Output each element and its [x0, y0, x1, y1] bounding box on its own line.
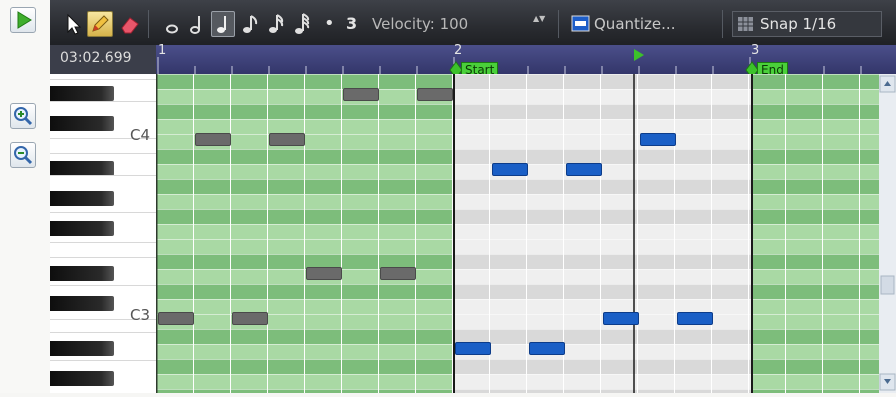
playhead-marker-icon — [634, 49, 644, 61]
timeline-ruler[interactable]: 03:02.699 1 2 3 Start End — [50, 43, 896, 79]
zoom-out-icon — [14, 146, 33, 165]
dotted-note-toggle[interactable]: • — [324, 11, 338, 37]
thirtysecond-note-button[interactable] — [291, 11, 313, 37]
bar-number-2: 2 — [454, 43, 463, 58]
white-key-divider — [50, 79, 156, 80]
sixteenth-note-button[interactable] — [265, 11, 287, 37]
velocity-spinner[interactable]: ▲▼ — [533, 11, 547, 37]
selected-note[interactable] — [677, 312, 713, 325]
zoom-in-button[interactable] — [10, 103, 36, 129]
grid-background — [156, 74, 896, 393]
black-key[interactable] — [50, 86, 114, 101]
piano-roll-grid[interactable] — [156, 74, 896, 393]
tuplet-toggle[interactable]: 3 — [346, 11, 364, 37]
black-key[interactable] — [50, 161, 114, 176]
midi-note[interactable] — [195, 133, 231, 146]
white-key-divider — [50, 360, 156, 361]
half-note-icon — [190, 16, 200, 34]
black-key[interactable] — [50, 371, 114, 386]
midi-note[interactable] — [380, 267, 416, 280]
black-key[interactable] — [50, 191, 114, 206]
snap-dropdown[interactable]: Snap 1/16 — [732, 11, 882, 37]
eighth-note-button[interactable] — [239, 11, 261, 37]
selected-note[interactable] — [492, 163, 528, 176]
white-key-divider — [50, 101, 156, 102]
snap-label: Snap 1/16 — [760, 15, 837, 33]
vertical-scrollbar[interactable] — [879, 74, 896, 393]
selected-note[interactable] — [529, 342, 565, 355]
white-key-divider — [50, 175, 156, 176]
midi-note[interactable] — [306, 267, 342, 280]
select-tool-button[interactable] — [62, 11, 84, 37]
whole-note-button[interactable] — [162, 11, 182, 37]
midi-note[interactable] — [158, 312, 194, 325]
scrollbar-graphics — [879, 75, 896, 391]
toolbar: • 3 Velocity: 100 ▲▼ Quantize... Snap 1/… — [50, 0, 896, 45]
play-button[interactable] — [10, 7, 36, 33]
sixteenth-note-icon — [269, 14, 284, 33]
time-display: 03:02.699 — [50, 45, 156, 74]
c3-label: C3 — [130, 306, 151, 324]
black-key[interactable] — [50, 341, 114, 356]
piano-keyboard[interactable]: C4 C3 — [50, 74, 156, 393]
white-key-divider — [50, 285, 156, 286]
white-key-divider — [50, 242, 156, 243]
quantize-label: Quantize... — [594, 15, 676, 33]
quantize-icon — [571, 15, 590, 32]
whole-note-icon — [166, 24, 178, 34]
quarter-note-button[interactable] — [211, 11, 235, 37]
eraser-icon — [121, 17, 139, 34]
bar-number-1: 1 — [158, 43, 167, 58]
black-key[interactable] — [50, 266, 114, 281]
thirtysecond-note-icon — [295, 13, 310, 34]
selected-note[interactable] — [640, 133, 676, 146]
pencil-icon — [92, 15, 109, 32]
pencil-tool-button[interactable] — [87, 11, 113, 37]
midi-note[interactable] — [232, 312, 268, 325]
eraser-tool-button[interactable] — [118, 11, 142, 37]
quantize-button[interactable]: Quantize... — [570, 11, 710, 37]
bar-number-3: 3 — [751, 43, 760, 58]
zoom-out-button[interactable] — [10, 142, 36, 168]
midi-note[interactable] — [343, 88, 379, 101]
white-key-divider — [50, 257, 156, 258]
white-key-divider — [50, 212, 156, 213]
midi-note[interactable] — [269, 133, 305, 146]
select-arrow-icon — [67, 13, 82, 35]
quarter-note-icon — [217, 16, 226, 33]
black-key[interactable] — [50, 221, 114, 236]
half-note-button[interactable] — [187, 11, 207, 37]
scroll-thumb — [880, 275, 895, 295]
black-key[interactable] — [50, 296, 114, 311]
c4-label: C4 — [130, 126, 151, 144]
velocity-label: Velocity: 100 — [372, 15, 469, 33]
selected-note[interactable] — [455, 342, 491, 355]
grid-icon — [738, 17, 753, 31]
selected-note[interactable] — [566, 163, 602, 176]
play-icon — [17, 11, 32, 29]
midi-note[interactable] — [417, 88, 453, 101]
left-tool-column — [0, 0, 50, 393]
selected-note[interactable] — [603, 312, 639, 325]
eighth-note-icon — [243, 15, 258, 33]
black-key[interactable] — [50, 116, 114, 131]
zoom-in-icon — [14, 107, 33, 126]
white-key-divider — [50, 153, 156, 154]
white-key-divider — [50, 332, 156, 333]
